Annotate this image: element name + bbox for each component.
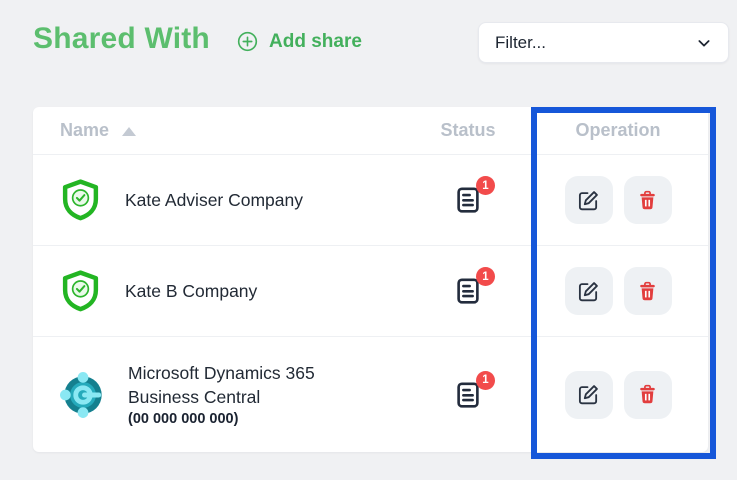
document-status-icon[interactable] — [453, 202, 483, 219]
status-cell: 1 — [408, 185, 528, 215]
share-name: Microsoft Dynamics 365 Business Central — [128, 362, 350, 408]
status-count-badge: 1 — [476, 176, 495, 195]
edit-pencil-icon — [577, 189, 600, 212]
delete-button[interactable] — [624, 176, 672, 224]
name-cell: Kate Adviser Company — [33, 178, 408, 222]
sort-ascending-icon — [122, 127, 136, 136]
share-name: Kate Adviser Company — [125, 190, 303, 211]
filter-value: Filter... — [495, 33, 546, 53]
share-identifier: (00 000 000 000) — [128, 411, 350, 427]
delete-button[interactable] — [624, 267, 672, 315]
shield-check-icon — [60, 178, 101, 222]
table-row: Kate B Company 1 — [33, 246, 708, 337]
edit-button[interactable] — [565, 176, 613, 224]
operation-cell — [528, 371, 708, 419]
shield-check-icon — [60, 269, 101, 313]
filter-dropdown[interactable]: Filter... — [478, 22, 729, 63]
status-cell: 1 — [408, 276, 528, 306]
trash-icon — [636, 189, 659, 212]
edit-button[interactable] — [565, 371, 613, 419]
add-share-button[interactable]: Add share — [236, 30, 362, 53]
column-header-name-label: Name — [60, 120, 109, 141]
edit-button[interactable] — [565, 267, 613, 315]
column-header-operation: Operation — [528, 120, 708, 141]
operation-cell — [528, 267, 708, 315]
chevron-down-icon — [696, 35, 712, 51]
table-header-row: Name Status Operation — [33, 107, 708, 155]
document-status-icon[interactable] — [453, 293, 483, 310]
page-title: Shared With — [33, 22, 210, 56]
table-row: Microsoft Dynamics 365 Business Central … — [33, 337, 708, 452]
status-count-badge: 1 — [476, 267, 495, 286]
trash-icon — [636, 383, 659, 406]
dynamics-365-business-central-icon — [60, 372, 106, 418]
trash-icon — [636, 280, 659, 303]
operation-cell — [528, 176, 708, 224]
status-count-badge: 1 — [476, 371, 495, 390]
status-cell: 1 — [408, 380, 528, 410]
delete-button[interactable] — [624, 371, 672, 419]
name-cell: Microsoft Dynamics 365 Business Central … — [33, 362, 408, 426]
share-name: Kate B Company — [125, 281, 257, 302]
add-share-label: Add share — [269, 31, 362, 53]
shared-with-table: Name Status Operation Kate Adviser Compa… — [33, 107, 708, 452]
column-header-name[interactable]: Name — [33, 120, 408, 141]
edit-pencil-icon — [577, 383, 600, 406]
name-cell: Kate B Company — [33, 269, 408, 313]
table-row: Kate Adviser Company 1 — [33, 155, 708, 246]
column-header-status: Status — [408, 120, 528, 141]
edit-pencil-icon — [577, 280, 600, 303]
plus-circle-icon — [236, 30, 259, 53]
document-status-icon[interactable] — [453, 397, 483, 414]
